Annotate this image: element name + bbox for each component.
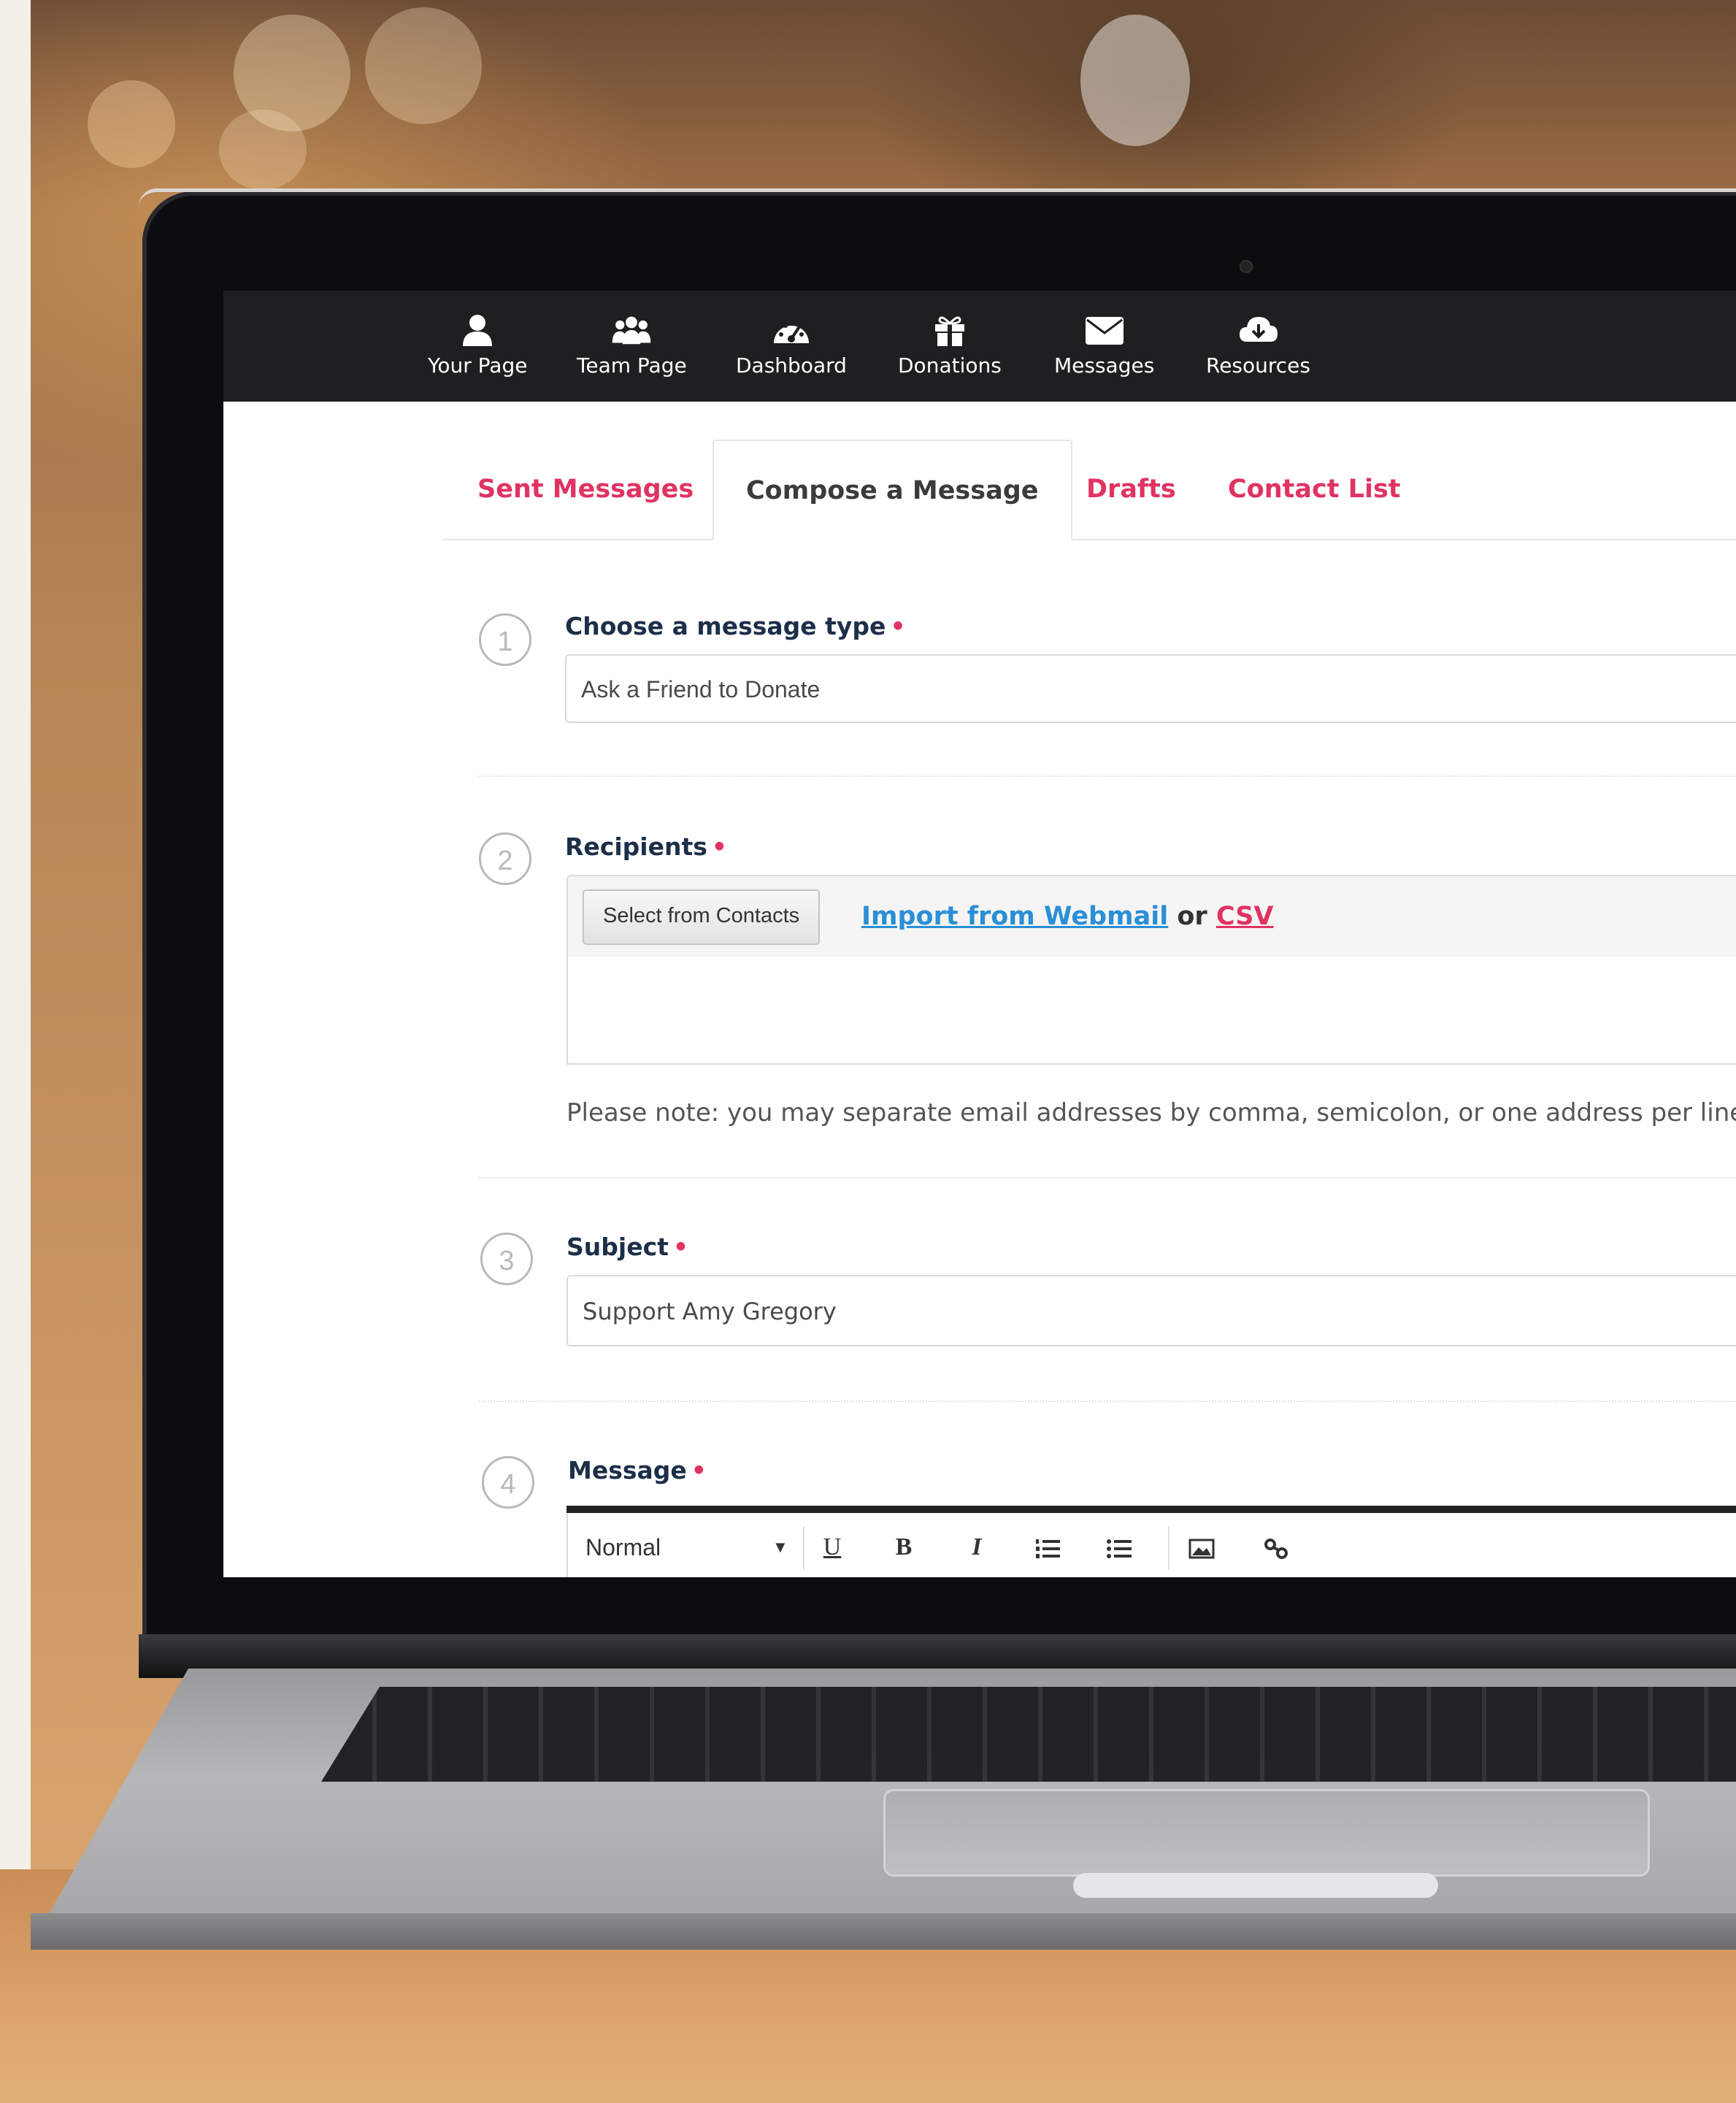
tab-contact-list[interactable]: Contact List bbox=[1228, 440, 1401, 539]
step-number: 4 bbox=[482, 1456, 534, 1509]
underline-icon[interactable]: U bbox=[810, 1513, 854, 1577]
subject-input[interactable]: Support Amy Gregory bbox=[566, 1275, 1736, 1347]
camera-icon bbox=[1241, 261, 1251, 272]
tab-sent-messages[interactable]: Sent Messages bbox=[477, 440, 694, 539]
message-label: Message • bbox=[568, 1456, 707, 1485]
nav-dashboard[interactable]: Dashboard bbox=[736, 313, 847, 378]
bokeh-light bbox=[219, 110, 307, 190]
link-glyph bbox=[1264, 1539, 1288, 1560]
editor-toolbar: Normal ▼ U B I bbox=[566, 1513, 1736, 1577]
nav-team-page[interactable]: Team Page bbox=[577, 313, 687, 378]
laptop-lid-edge bbox=[139, 188, 1736, 207]
nav-messages[interactable]: Messages bbox=[1054, 313, 1154, 378]
bokeh-light bbox=[88, 80, 175, 168]
chevron-down-icon[interactable]: ▼ bbox=[772, 1513, 788, 1577]
dashboard-icon bbox=[773, 323, 809, 343]
editor-top-border bbox=[566, 1506, 1736, 1513]
section-divider bbox=[479, 1401, 1736, 1402]
import-from-webmail-link[interactable]: Import from Webmail bbox=[861, 902, 1168, 931]
format-select[interactable]: Normal bbox=[585, 1513, 661, 1577]
gift-icon bbox=[934, 316, 964, 346]
message-type-value: Ask a Friend to Donate bbox=[581, 676, 821, 702]
nav-label: Dashboard bbox=[736, 353, 847, 378]
nav-label: Messages bbox=[1054, 353, 1155, 378]
user-icon bbox=[463, 315, 493, 346]
message-type-label: Choose a message type • bbox=[565, 612, 906, 640]
label-text: Subject bbox=[566, 1233, 669, 1261]
ordered-list-icon[interactable] bbox=[1026, 1513, 1070, 1577]
link-icon[interactable] bbox=[1254, 1513, 1298, 1577]
bold-icon[interactable]: B bbox=[882, 1513, 926, 1577]
nav-donations[interactable]: Donations bbox=[898, 313, 1002, 378]
step-number: 3 bbox=[480, 1233, 533, 1285]
required-marker: • bbox=[691, 1456, 707, 1485]
nav-resources[interactable]: Resources bbox=[1206, 313, 1310, 378]
laptop-base-front bbox=[31, 1913, 1736, 1950]
tab-compose-message[interactable]: Compose a Message bbox=[713, 440, 1072, 540]
label-text: Recipients bbox=[565, 832, 707, 861]
envelope-icon bbox=[1085, 317, 1124, 345]
label-text: Message bbox=[568, 1456, 687, 1485]
section-divider bbox=[479, 1177, 1736, 1179]
image-glyph bbox=[1188, 1539, 1215, 1559]
recipients-label: Recipients • bbox=[565, 832, 727, 861]
top-nav: Your Page Team Page Dashboard Donations bbox=[223, 291, 1736, 402]
subject-label: Subject • bbox=[566, 1233, 688, 1261]
bokeh-light bbox=[1080, 15, 1190, 146]
required-marker: • bbox=[711, 832, 727, 861]
nav-label: Team Page bbox=[577, 353, 687, 378]
or-text: or bbox=[1177, 902, 1207, 931]
left-margin bbox=[0, 0, 31, 2103]
toolbar-divider bbox=[1168, 1526, 1170, 1570]
recipients-toolbar: Select from Contacts Import from Webmail… bbox=[566, 875, 1736, 958]
step-number: 1 bbox=[479, 613, 531, 666]
trackpad bbox=[883, 1789, 1650, 1877]
message-tabs: Sent Messages Compose a Message Drafts C… bbox=[442, 440, 1736, 540]
section-divider bbox=[479, 775, 1736, 777]
message-type-select[interactable]: Ask a Friend to Donate bbox=[565, 654, 1736, 723]
nav-label: Donations bbox=[898, 353, 1002, 378]
image-icon[interactable] bbox=[1180, 1513, 1224, 1577]
recipients-input[interactable] bbox=[566, 957, 1736, 1065]
cloud-download-icon bbox=[1239, 317, 1278, 342]
csv-link[interactable]: CSV bbox=[1216, 902, 1274, 931]
toolbar-divider bbox=[803, 1526, 804, 1570]
required-marker: • bbox=[890, 612, 906, 640]
ordered-list-glyph bbox=[1036, 1539, 1060, 1559]
recipients-note: Please note: you may separate email addr… bbox=[566, 1098, 1736, 1127]
required-marker: • bbox=[672, 1233, 689, 1261]
laptop-notch bbox=[1073, 1873, 1438, 1898]
nav-label: Your Page bbox=[428, 353, 528, 378]
tab-drafts[interactable]: Drafts bbox=[1086, 440, 1176, 539]
nav-label: Resources bbox=[1206, 353, 1310, 378]
italic-icon[interactable]: I bbox=[955, 1513, 999, 1577]
label-text: Choose a message type bbox=[565, 612, 886, 640]
nav-your-page[interactable]: Your Page bbox=[428, 313, 527, 378]
app-screen: Your Page Team Page Dashboard Donations bbox=[223, 291, 1736, 1577]
keyboard bbox=[321, 1687, 1736, 1782]
bokeh-light bbox=[365, 7, 482, 124]
bullet-list-icon[interactable] bbox=[1098, 1513, 1142, 1577]
team-icon bbox=[612, 316, 651, 345]
bullet-list-glyph bbox=[1107, 1539, 1132, 1559]
subject-value: Support Amy Gregory bbox=[583, 1298, 837, 1325]
select-from-contacts-button[interactable]: Select from Contacts bbox=[583, 889, 821, 945]
step-number: 2 bbox=[479, 832, 531, 885]
import-links: Import from Webmail or CSV bbox=[861, 876, 1274, 957]
